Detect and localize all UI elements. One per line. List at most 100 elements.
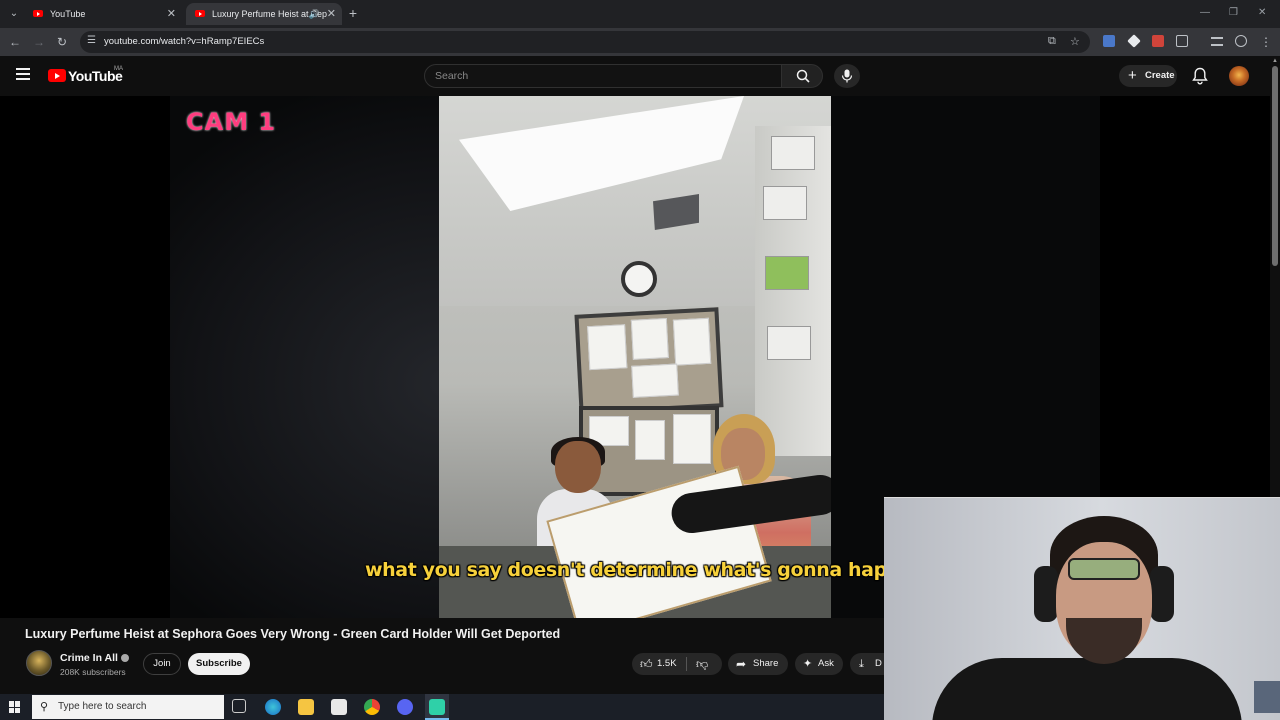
scrollbar-thumb[interactable] xyxy=(1272,66,1278,266)
subscriber-count: 208K subscribers xyxy=(60,667,126,677)
site-info-icon[interactable]: ☰ xyxy=(87,35,96,46)
paper xyxy=(630,318,669,360)
like-dislike-group: 👍︎ 1.5K 👎︎ xyxy=(632,653,722,675)
youtube-masthead: YouTube MA Search + Create xyxy=(0,56,1280,96)
create-label: Create xyxy=(1145,70,1175,81)
windows-taskbar: ⚲ Type here to search xyxy=(0,694,884,720)
download-label: D xyxy=(875,658,882,669)
share-button[interactable]: ➦ Share xyxy=(728,653,788,675)
browser-tab-youtube[interactable]: YouTube ✕ xyxy=(24,3,182,25)
speaker-icon[interactable]: 🔊 xyxy=(309,3,320,25)
search-placeholder: Search xyxy=(435,70,469,82)
taskbar-search-input[interactable]: ⚲ Type here to search xyxy=(32,695,224,719)
divider xyxy=(686,657,687,671)
like-count[interactable]: 1.5K xyxy=(657,653,677,675)
tab-title: YouTube xyxy=(50,9,86,19)
extensions-puzzle-icon[interactable] xyxy=(1176,35,1188,47)
ask-button[interactable]: ✦ Ask xyxy=(795,653,843,675)
new-tab-button[interactable]: + xyxy=(346,5,360,21)
paper xyxy=(672,317,712,366)
streamer-body xyxy=(932,658,1242,720)
windows-start-icon[interactable] xyxy=(9,701,21,713)
channel-name[interactable]: Crime In All xyxy=(60,652,129,664)
minimize-icon[interactable]: — xyxy=(1200,7,1210,18)
bookmark-star-icon[interactable]: ☆ xyxy=(1070,35,1080,48)
create-button[interactable]: + Create xyxy=(1119,65,1177,87)
shelf-box xyxy=(763,186,807,220)
youtube-favicon-icon xyxy=(195,10,205,17)
youtube-favicon-icon xyxy=(33,10,43,17)
tab-search-chevron-icon[interactable]: ⌄ xyxy=(6,6,22,22)
mini-thumbnail xyxy=(1254,681,1280,713)
headphones-left xyxy=(1034,566,1058,622)
microsoft-store-icon[interactable] xyxy=(331,699,347,715)
browser-tab-video[interactable]: Luxury Perfume Heist at Sep 🔊 ✕ xyxy=(186,3,342,25)
thumbs-down-icon[interactable]: 👎︎ xyxy=(696,653,708,675)
address-bar[interactable]: ☰ youtube.com/watch?v=hRamp7EIECs ⧉ ☆ xyxy=(80,31,1090,53)
reload-icon[interactable]: ↻ xyxy=(54,34,70,50)
paper xyxy=(635,420,665,460)
task-view-icon[interactable] xyxy=(232,699,246,713)
video-frame xyxy=(439,96,831,618)
shelf-box xyxy=(771,136,815,170)
browser-toolbar: ← → ↻ ☰ youtube.com/watch?v=hRamp7EIECs … xyxy=(0,28,1280,56)
browser-menu-icon[interactable]: ⋮ xyxy=(1258,34,1274,50)
voice-search-button[interactable] xyxy=(834,64,860,88)
sparkle-icon: ✦ xyxy=(803,658,813,670)
share-arrow-icon: ➦ xyxy=(736,657,747,671)
paper xyxy=(587,324,628,371)
search-button[interactable] xyxy=(781,64,823,88)
thumbs-up-icon[interactable]: 👍︎ xyxy=(640,653,653,675)
verified-badge-icon xyxy=(120,654,129,663)
close-window-icon[interactable]: ✕ xyxy=(1258,7,1266,18)
webcam-overlay xyxy=(884,497,1280,720)
share-label: Share xyxy=(753,658,779,669)
extension-red-icon[interactable] xyxy=(1152,35,1164,47)
translate-extension-icon[interactable] xyxy=(1103,35,1115,47)
video-title: Luxury Perfume Heist at Sephora Goes Ver… xyxy=(25,627,561,641)
chrome-icon[interactable] xyxy=(364,699,380,715)
install-app-icon[interactable]: ⧉ xyxy=(1048,35,1056,48)
shelf-box xyxy=(767,326,811,360)
channel-avatar[interactable] xyxy=(26,650,52,676)
channel-name-text[interactable]: Crime In All xyxy=(60,652,118,664)
search-icon: ⚲ xyxy=(40,701,49,713)
subscribe-button[interactable]: Subscribe xyxy=(188,653,250,675)
shelf-box xyxy=(765,256,809,290)
close-tab-icon[interactable]: ✕ xyxy=(327,3,336,25)
video-subtitle: what you say doesn't determine what's go… xyxy=(365,559,913,581)
extension-diamond-icon[interactable] xyxy=(1127,34,1141,48)
edge-browser-icon[interactable] xyxy=(265,699,281,715)
person-head xyxy=(555,441,601,493)
cam-label: CAM 1 xyxy=(186,108,277,136)
taskbar-search-placeholder: Type here to search xyxy=(58,701,147,712)
file-explorer-icon[interactable] xyxy=(298,699,314,715)
search-icon xyxy=(796,69,810,83)
youtube-logo-icon[interactable] xyxy=(48,69,66,82)
guide-menu-icon[interactable] xyxy=(16,68,30,80)
search-input[interactable]: Search xyxy=(424,64,782,88)
restore-icon[interactable]: ❐ xyxy=(1229,7,1238,18)
plus-icon: + xyxy=(1128,67,1137,84)
profile-icon[interactable] xyxy=(1235,35,1247,47)
media-controls-icon[interactable] xyxy=(1211,37,1223,46)
forward-icon[interactable]: → xyxy=(31,34,47,50)
paper xyxy=(631,363,679,398)
discord-icon[interactable] xyxy=(397,699,413,715)
account-avatar[interactable] xyxy=(1229,66,1249,86)
notifications-bell-icon[interactable] xyxy=(1192,67,1208,85)
url-text[interactable]: youtube.com/watch?v=hRamp7EIECs xyxy=(104,36,264,47)
download-icon: ⤓ xyxy=(859,658,864,670)
app-icon[interactable] xyxy=(429,699,445,715)
microphone-icon xyxy=(841,69,853,83)
glasses xyxy=(1068,558,1140,580)
wall-clock xyxy=(621,261,657,297)
back-icon[interactable]: ← xyxy=(7,34,23,50)
join-button[interactable]: Join xyxy=(143,653,181,675)
close-tab-icon[interactable]: ✕ xyxy=(167,3,176,25)
screen: ⌄ YouTube ✕ Luxury Perfume Heist at Sep … xyxy=(0,0,1280,720)
bulletin-board xyxy=(574,307,724,415)
ask-label: Ask xyxy=(818,658,834,669)
headphones-right xyxy=(1150,566,1174,622)
scroll-up-icon[interactable]: ▲ xyxy=(1272,58,1278,64)
